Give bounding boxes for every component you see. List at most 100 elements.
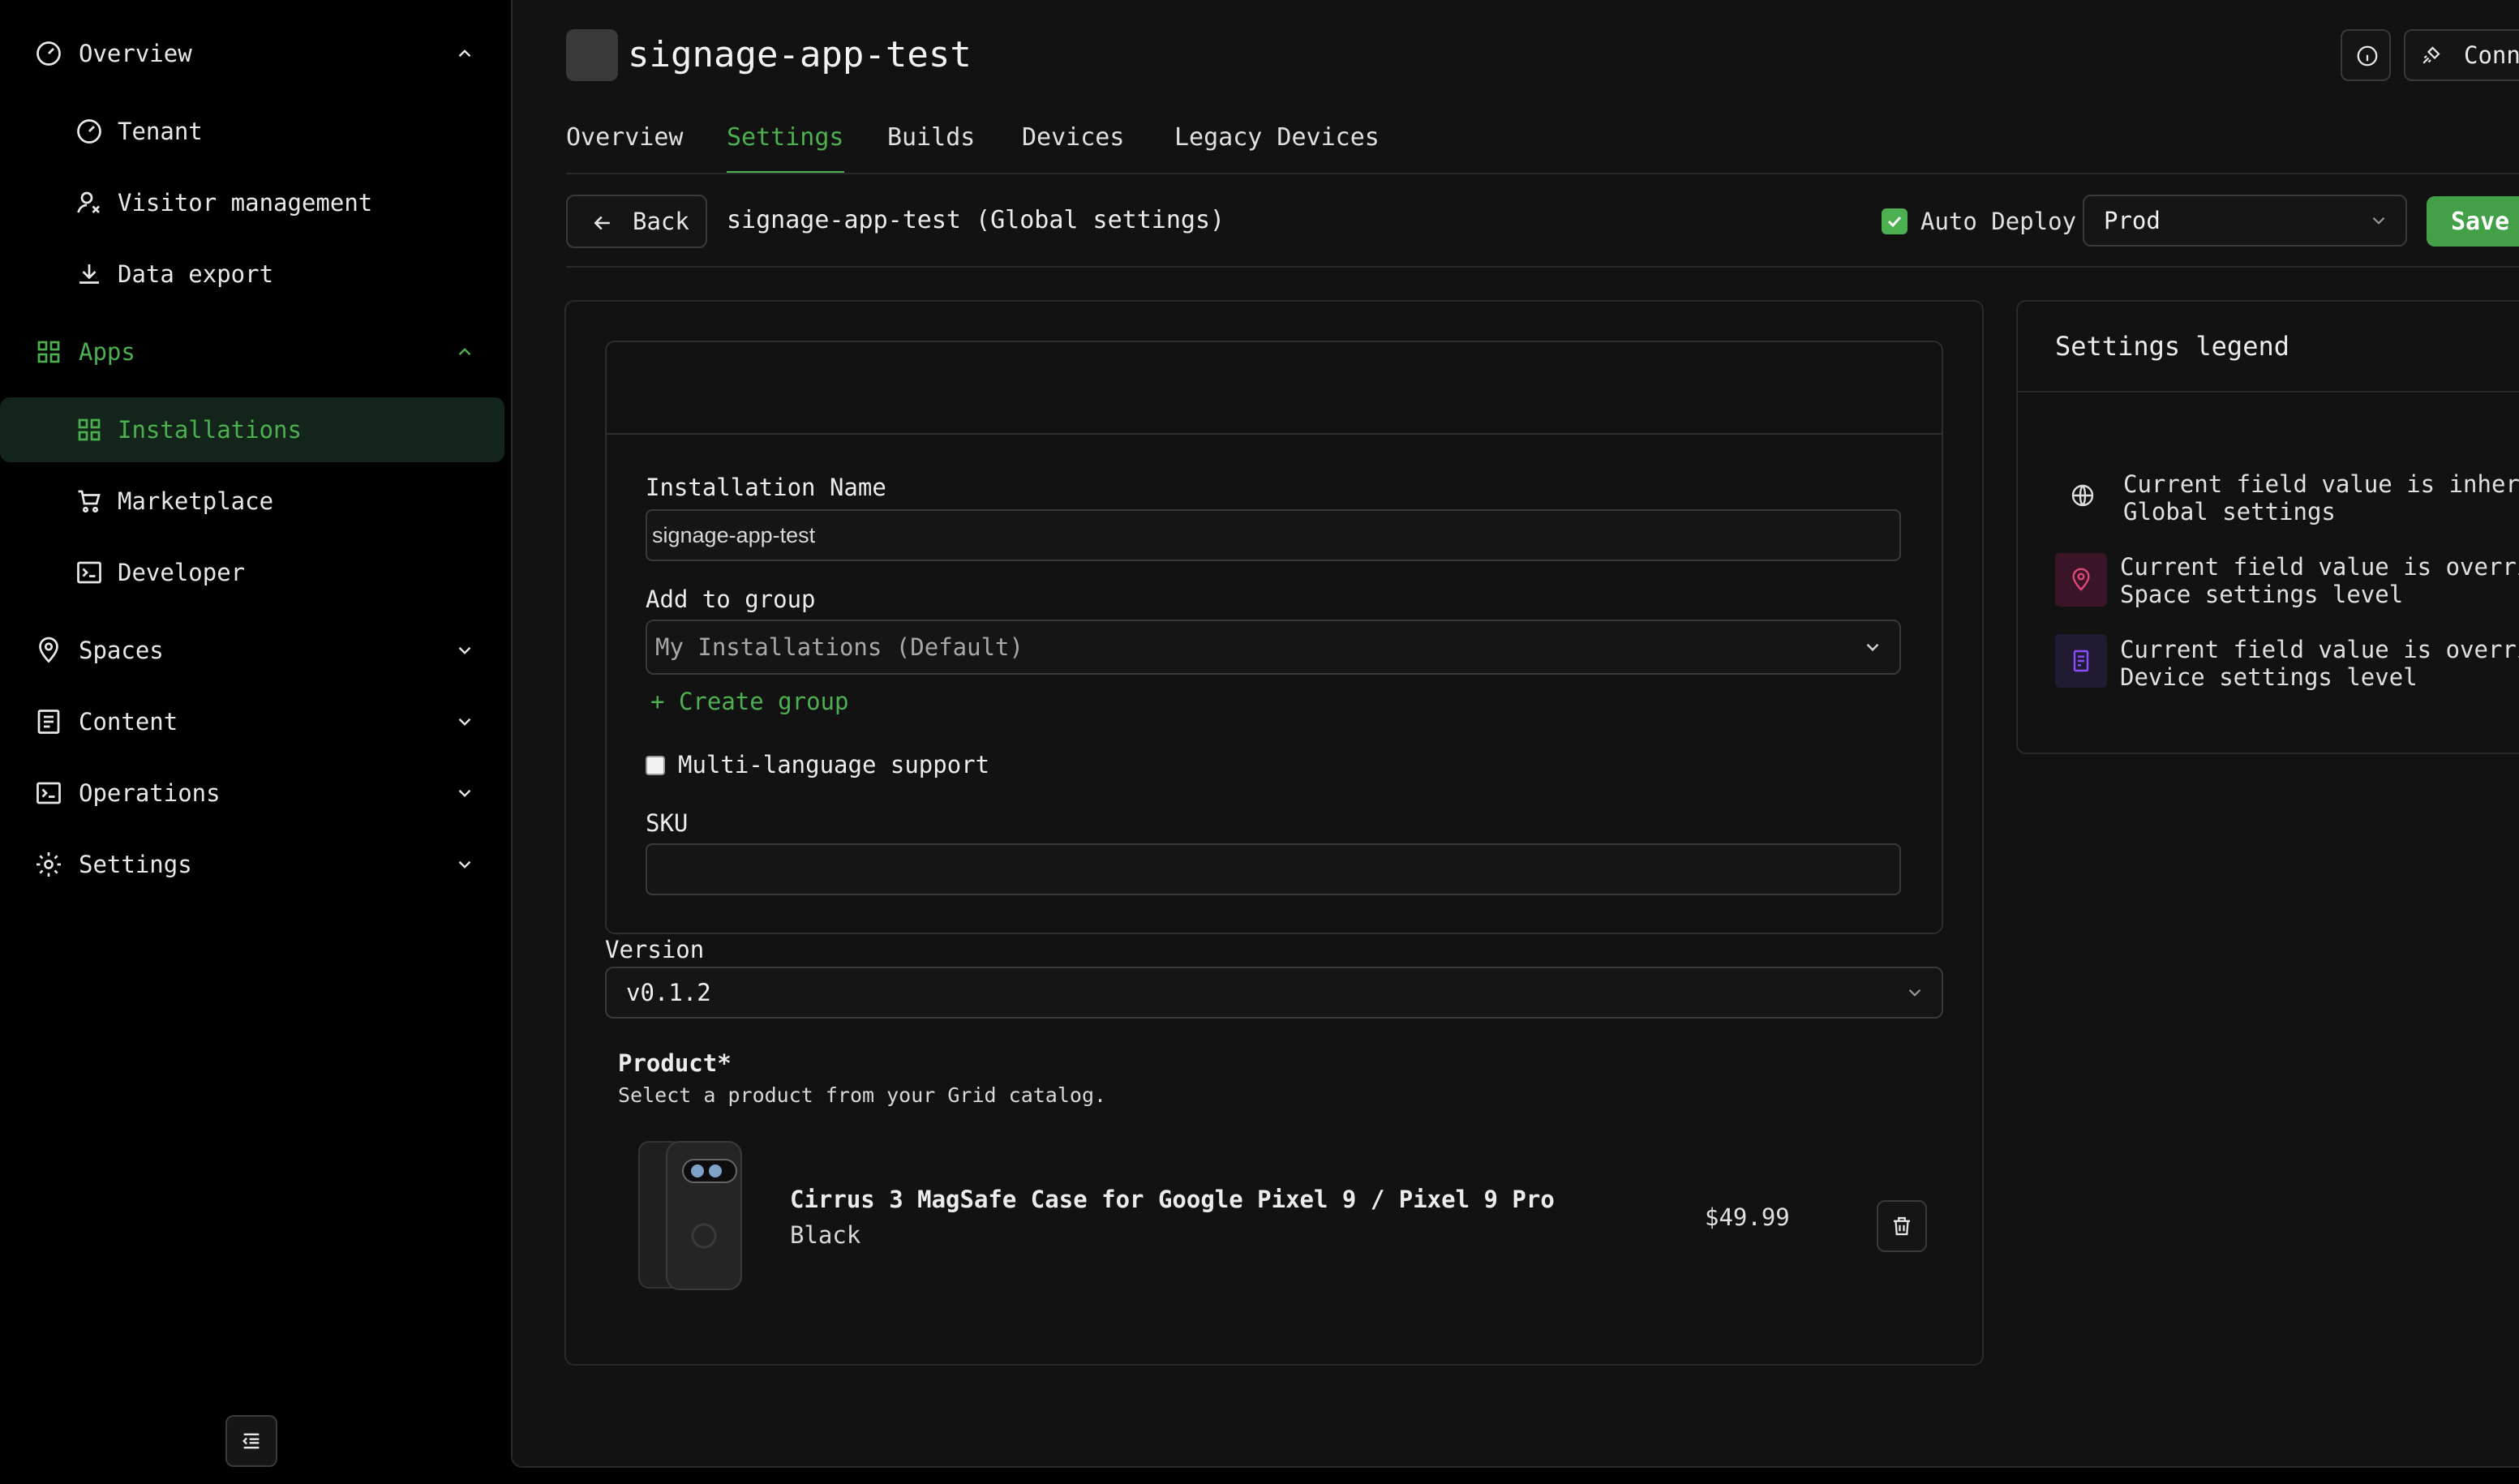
collapse-sidebar-button[interactable] [225, 1415, 277, 1467]
connect-button[interactable]: Conn [2404, 29, 2519, 81]
legend-item-device: Current field value is overri Device set… [2120, 636, 2519, 691]
group-value: My Installations (Default) [655, 633, 1023, 661]
auto-deploy-checkbox[interactable] [1882, 208, 1907, 234]
chevron-up-icon [458, 49, 471, 58]
chevron-down-icon [1908, 989, 1921, 997]
terminal-icon [77, 561, 101, 584]
arrow-left-icon [594, 216, 610, 230]
check-icon [1887, 216, 1902, 228]
toolbar-divider [566, 266, 2519, 268]
tab-overview[interactable]: Overview [566, 122, 684, 174]
multilanguage-checkbox[interactable] [646, 756, 665, 775]
info-button[interactable] [2341, 29, 2391, 81]
sidebar-item-settings[interactable]: Settings [0, 832, 504, 897]
legend-line-2: Device settings level [2120, 663, 2418, 691]
sidebar-item-label: Operations [79, 779, 221, 807]
visitor-icon [77, 191, 100, 213]
device-icon [2073, 650, 2089, 672]
sidebar: Overview Tenant Visitor management Data … [0, 0, 511, 1484]
chevron-down-icon [458, 860, 471, 869]
sidebar-item-spaces[interactable]: Spaces [0, 618, 504, 683]
create-group-link[interactable]: + Create group [650, 688, 848, 715]
info-icon [2357, 45, 2378, 66]
legend-line-1: Current field value is overri [2120, 553, 2519, 581]
version-select[interactable]: v0.1.2 [605, 967, 1943, 1019]
auto-deploy-toggle[interactable]: Auto Deploy [1882, 208, 2076, 235]
product-variant: Black [790, 1221, 861, 1249]
tab-legacy-devices[interactable]: Legacy Devices [1174, 122, 1380, 174]
sidebar-item-label: Marketplace [118, 487, 274, 515]
breadcrumb: signage-app-test (Global settings) [727, 206, 1225, 234]
sidebar-item-overview[interactable]: Overview [0, 21, 504, 86]
auto-deploy-label: Auto Deploy [1920, 208, 2077, 235]
installation-name-label: Installation Name [646, 474, 886, 501]
tab-devices[interactable]: Devices [1022, 122, 1124, 174]
sidebar-item-label: Settings [79, 851, 192, 878]
installation-name-input[interactable]: signage-app-test [646, 509, 1901, 561]
chevron-down-icon [458, 789, 471, 797]
legend-line-1: Current field value is inheri [2123, 470, 2519, 498]
gauge-icon [77, 119, 101, 144]
grid-icon [78, 418, 101, 441]
sidebar-item-content[interactable]: Content [0, 689, 504, 754]
legend-global-icon-box [2057, 469, 2109, 522]
grid-icon [37, 341, 60, 363]
multilanguage-label: Multi-language support [678, 751, 990, 778]
product-image [638, 1141, 742, 1290]
version-value: v0.1.2 [626, 979, 711, 1006]
legend-item-space: Current field value is overri Space sett… [2120, 553, 2519, 608]
sidebar-item-label: Tenant [118, 118, 203, 145]
connect-label: Conn [2464, 41, 2519, 69]
product-name: Cirrus 3 MagSafe Case for Google Pixel 9… [790, 1186, 1555, 1213]
sidebar-item-visitor-management[interactable]: Visitor management [0, 170, 504, 235]
download-icon [79, 264, 99, 284]
save-button[interactable]: Save [2427, 196, 2519, 247]
chevron-down-icon [458, 646, 471, 654]
group-select[interactable]: My Installations (Default) [646, 620, 1901, 675]
product-price: $49.99 [1705, 1203, 1790, 1231]
legend-device-icon-box [2055, 634, 2107, 688]
remove-product-button[interactable] [1877, 1200, 1927, 1252]
sidebar-item-tenant[interactable]: Tenant [0, 99, 504, 164]
back-button[interactable]: Back [566, 195, 707, 248]
list-icon [37, 710, 60, 734]
sidebar-item-label: Visitor management [118, 189, 373, 217]
sku-label: SKU [646, 809, 689, 837]
terminal-icon [36, 782, 61, 804]
gear-icon [36, 852, 61, 877]
product-label: Product* [618, 1049, 732, 1077]
legend-line-1: Current field value is overri [2120, 636, 2519, 663]
legend-line-2: Global settings [2123, 498, 2336, 525]
legend-item-global: Current field value is inheri Global set… [2123, 470, 2519, 525]
plug-icon [2422, 46, 2440, 64]
sidebar-item-data-export[interactable]: Data export [0, 242, 504, 307]
legend-line-2: Space settings level [2120, 581, 2404, 608]
sidebar-item-apps[interactable]: Apps [0, 320, 504, 384]
legend-space-icon-box [2055, 553, 2107, 607]
sidebar-item-marketplace[interactable]: Marketplace [0, 469, 504, 534]
back-label: Back [633, 208, 689, 235]
sidebar-item-installations[interactable]: Installations [0, 397, 504, 462]
group-label: Add to group [646, 585, 816, 613]
page-title: signage-app-test [628, 34, 972, 75]
sidebar-item-label: Overview [79, 40, 192, 67]
legend-divider [2018, 391, 2519, 392]
app-icon [566, 29, 618, 81]
chevron-down-icon [2372, 217, 2385, 225]
version-label: Version [605, 936, 705, 963]
environment-select[interactable]: Prod [2083, 195, 2407, 247]
legend-title: Settings legend [2055, 331, 2289, 362]
sidebar-item-label: Spaces [79, 637, 164, 664]
create-group-label: Create group [678, 688, 849, 715]
environment-value: Prod [2104, 207, 2161, 234]
sidebar-item-developer[interactable]: Developer [0, 540, 504, 605]
sidebar-item-label: Installations [118, 416, 302, 444]
sidebar-item-label: Developer [118, 559, 246, 586]
sidebar-item-operations[interactable]: Operations [0, 761, 504, 826]
sidebar-item-label: Data export [118, 260, 274, 288]
globe-icon [2071, 484, 2094, 507]
plus-icon: + [650, 688, 665, 715]
sku-input[interactable] [646, 843, 1901, 895]
tab-builds[interactable]: Builds [887, 122, 975, 174]
tab-settings[interactable]: Settings [727, 122, 844, 174]
